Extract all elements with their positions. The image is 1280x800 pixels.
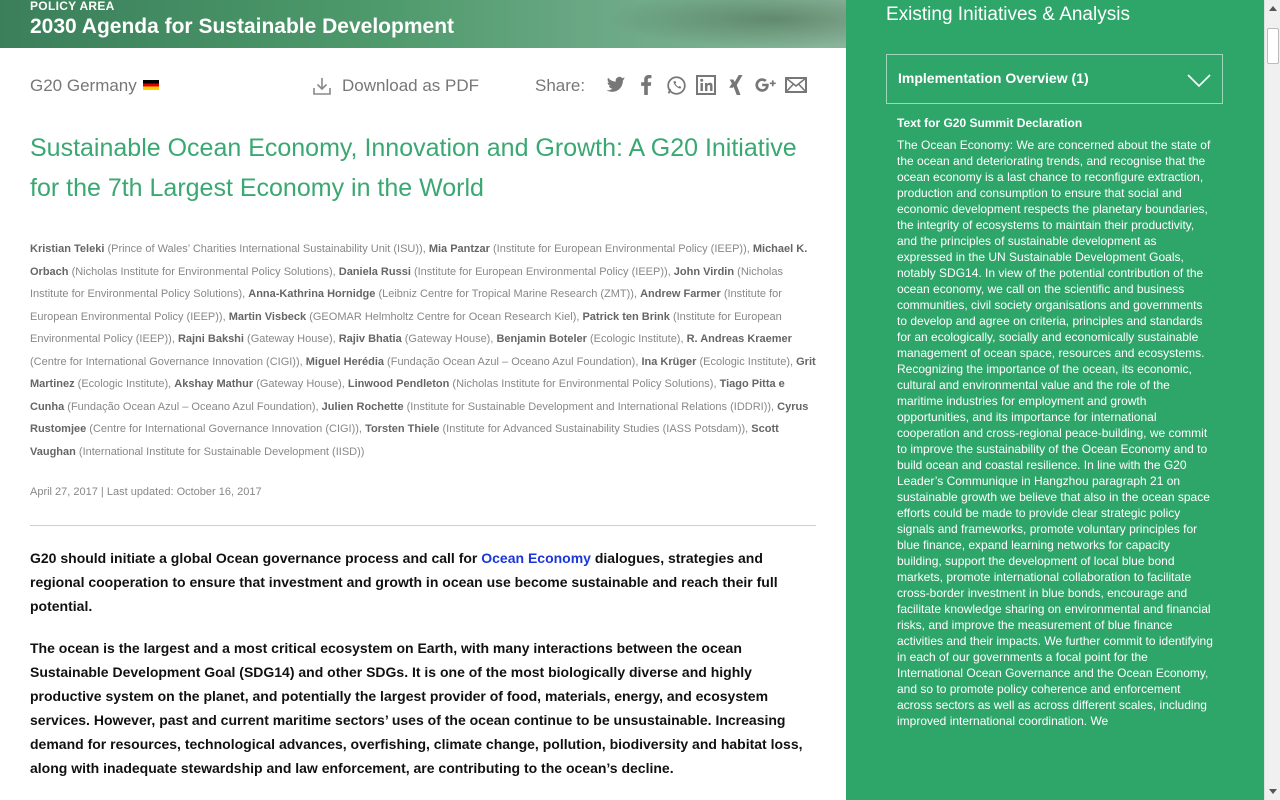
article-main: G20 Germany Download as PDF Share: Susta… xyxy=(0,48,846,800)
author-name: Rajiv Bhatia xyxy=(338,333,402,345)
author-affiliation: (International Institute for Sustainable… xyxy=(75,445,365,458)
scroll-up-arrow-icon[interactable] xyxy=(1265,0,1280,16)
article-meta-row: G20 Germany Download as PDF Share: xyxy=(30,74,816,102)
author-affiliation: (Nicholas Institute for Environmental Po… xyxy=(68,265,339,278)
facebook-icon[interactable] xyxy=(635,74,657,96)
initiatives-sidebar: Existing Initiatives & Analysis Implemen… xyxy=(846,0,1264,800)
share-icons xyxy=(605,74,807,96)
twitter-icon[interactable] xyxy=(605,74,627,96)
author-affiliation: (Ecologic Institute), xyxy=(696,355,797,368)
author-name: Patrick ten Brink xyxy=(582,310,670,323)
author-name: Akshay Mathur xyxy=(174,378,254,390)
author-name: Mia Pantzar xyxy=(428,243,490,255)
panel-heading: Text for G20 Summit Declaration xyxy=(897,116,1083,130)
sidebar-title: Existing Initiatives & Analysis xyxy=(886,4,1130,25)
author-affiliation: (Gateway House), xyxy=(243,333,339,345)
author-affiliation: (Institute for Advanced Sustainability S… xyxy=(439,423,752,435)
download-label: Download as PDF xyxy=(342,76,480,95)
xing-icon[interactable] xyxy=(725,74,747,96)
email-icon[interactable] xyxy=(785,74,807,96)
ocean-economy-link[interactable]: Ocean Economy xyxy=(481,550,591,566)
chevron-down-icon xyxy=(1186,67,1212,97)
author-name: Anna-Kathrina Hornidge xyxy=(248,288,376,300)
author-affiliation: (Leibniz Centre for Tropical Marine Rese… xyxy=(375,288,641,300)
policy-area-title[interactable]: 2030 Agenda for Sustainable Development xyxy=(30,15,454,39)
article-dates: April 27, 2017 | Last updated: October 1… xyxy=(30,486,262,498)
author-list: Kristian Teleki (Prince of Wales’ Charit… xyxy=(30,238,820,463)
source-name: G20 Germany xyxy=(30,76,137,95)
author-name: R. Andreas Kraemer xyxy=(686,333,792,345)
policy-area-banner: POLICY AREA 2030 Agenda for Sustainable … xyxy=(0,0,846,48)
download-pdf-button[interactable]: Download as PDF xyxy=(312,76,479,96)
author-affiliation: (Gateway House), xyxy=(253,378,348,390)
author-affiliation: (Prince of Wales’ Charities Internationa… xyxy=(104,243,429,255)
accordion-label: Implementation Overview (1) xyxy=(898,70,1089,86)
author-affiliation: (Nicholas Institute for Environmental Po… xyxy=(449,378,720,390)
lead-text-before: G20 should initiate a global Ocean gover… xyxy=(30,550,482,566)
google-plus-icon[interactable] xyxy=(755,74,777,96)
germany-flag-icon xyxy=(142,80,159,90)
author-name: John Virdin xyxy=(673,265,735,278)
author-name: Andrew Farmer xyxy=(640,288,721,300)
author-name: Linwood Pendleton xyxy=(347,378,450,390)
author-name: Torsten Thiele xyxy=(365,423,440,435)
whatsapp-icon[interactable] xyxy=(665,74,687,96)
author-name: Ina Krüger xyxy=(641,355,697,368)
lead-paragraph: G20 should initiate a global Ocean gover… xyxy=(30,546,820,618)
author-name: Kristian Teleki xyxy=(30,243,105,255)
author-name: Daniela Russi xyxy=(338,265,411,278)
scroll-down-arrow-icon[interactable] xyxy=(1265,784,1280,800)
author-affiliation: (Institute for European Environmental Po… xyxy=(489,243,753,255)
policy-area-eyebrow: POLICY AREA xyxy=(30,0,115,13)
author-affiliation: (Ecologic Institute), xyxy=(74,378,175,390)
author-affiliation: (Ecologic Institute), xyxy=(586,333,687,345)
author-affiliation: (Institute for European Environmental Po… xyxy=(410,265,674,278)
author-affiliation: (Fundação Ocean Azul – Oceano Azul Found… xyxy=(384,355,642,368)
author-affiliation: (Fundação Ocean Azul – Oceano Azul Found… xyxy=(64,400,322,413)
article-title: Sustainable Ocean Economy, Innovation an… xyxy=(30,134,797,202)
page-scrollbar[interactable] xyxy=(1264,0,1280,800)
author-name: Martin Visbeck xyxy=(228,310,307,323)
share-label: Share: xyxy=(535,76,586,95)
author-name: Rajni Bakshi xyxy=(177,333,244,345)
linkedin-icon[interactable] xyxy=(695,74,717,96)
author-affiliation: (Gateway House), xyxy=(401,333,497,345)
source-label[interactable]: G20 Germany xyxy=(30,76,159,96)
author-name: Julien Rochette xyxy=(321,400,404,413)
implementation-overview-accordion[interactable]: Implementation Overview (1) xyxy=(886,54,1223,104)
author-name: Benjamin Boteler xyxy=(496,333,587,345)
divider xyxy=(30,525,816,526)
author-name: Miguel Herédia xyxy=(305,355,384,368)
scroll-thumb[interactable] xyxy=(1267,28,1279,64)
author-affiliation: (GEOMAR Helmholtz Centre for Ocean Resea… xyxy=(306,310,583,323)
download-icon xyxy=(313,78,331,95)
body-paragraph: The ocean is the largest and a most crit… xyxy=(30,640,803,776)
author-affiliation: (Centre for International Governance Inn… xyxy=(86,423,366,435)
panel-text: The Ocean Economy: We are concerned abou… xyxy=(897,138,1213,728)
author-affiliation: (Centre for International Governance Inn… xyxy=(30,355,306,368)
author-affiliation: (Institute for Sustainable Development a… xyxy=(403,400,778,413)
